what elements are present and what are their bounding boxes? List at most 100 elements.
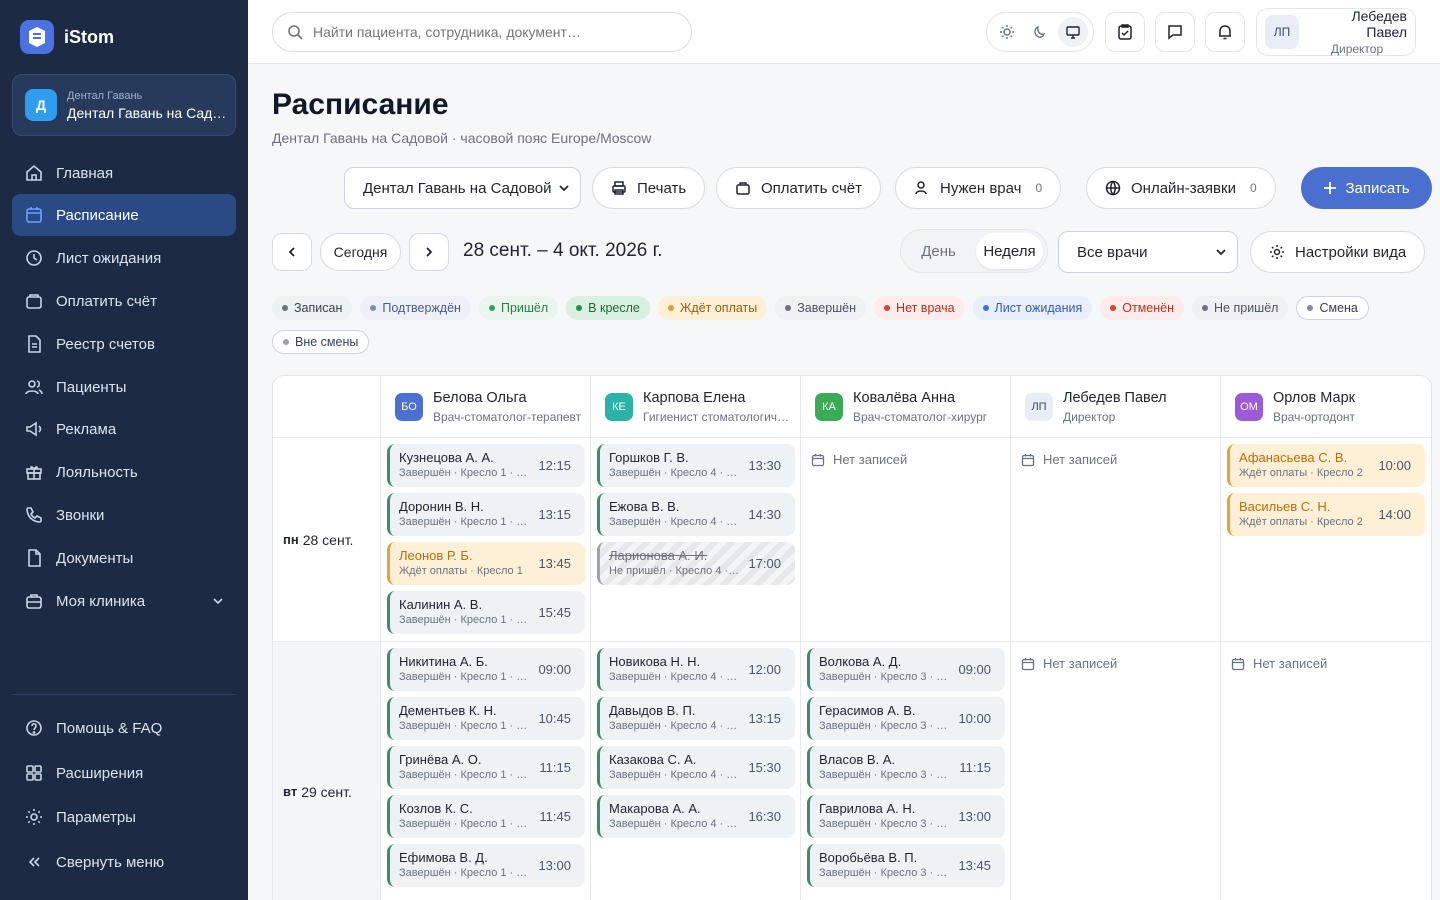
appointment-card[interactable]: Гаврилова А. Н.Завершён · Кресло 3 · Хир… [807,795,1005,838]
app-logo[interactable]: iStom [20,20,114,54]
nav-label: Помощь & FAQ [56,719,163,737]
online-requests-button[interactable]: Онлайн-заявки 0 [1086,167,1276,209]
nav-item-loyalty[interactable]: Лояльность [12,451,236,493]
doctor-select[interactable]: Все врачи [1058,231,1238,273]
view-day-tab[interactable]: День [905,233,972,269]
calendar-icon [811,453,825,466]
nav-item-home[interactable]: Главная [12,152,236,194]
day-doctor-cell[interactable]: Нет записей [1011,642,1221,900]
nav-item-schedule[interactable]: Расписание [12,194,236,236]
appointment-card[interactable]: Кузнецова А. А.Завершён · Кресло 1 · Тер… [387,444,585,487]
view-settings-button[interactable]: Настройки вида [1250,231,1426,273]
collapse-menu-button[interactable]: Свернуть меню [12,841,236,883]
appointment-card[interactable]: Ларионова А. И.Не пришёл · Кресло 4 · Ги… [597,542,795,585]
doctor-header[interactable]: КЕ Карпова Елена Гигиенист стоматологическ… [591,376,801,438]
status-label: Не пришёл [1214,301,1279,315]
status-chip[interactable]: Не пришёл [1192,296,1289,320]
day-doctor-cell[interactable]: Новикова Н. Н.Завершён · Кресло 4 · Гиги… [591,642,801,900]
light-theme-button[interactable] [992,17,1022,47]
messages-button[interactable] [1155,12,1195,52]
calendar-icon [26,207,42,223]
appointment-card[interactable]: Ежова В. В.Завершён · Кресло 4 · Гигиена… [597,493,795,536]
appointment-card[interactable]: Калинин А. В.Завершён · Кресло 1 · Терап… [387,591,585,634]
doctor-header[interactable]: ЛП Лебедев Павел Директор [1011,376,1221,438]
appointment-card[interactable]: Горшков Г. В.Завершён · Кресло 4 · Гигие… [597,444,795,487]
doctor-header[interactable]: БО Белова Ольга Врач-стоматолог-терапевт [381,376,591,438]
day-doctor-cell[interactable]: Горшков Г. В.Завершён · Кресло 4 · Гигие… [591,438,801,642]
status-chip[interactable]: Отменён [1100,296,1185,320]
appointment-card[interactable]: Дементьев К. Н.Завершён · Кресло 1 · Тер… [387,697,585,740]
prev-week-button[interactable] [272,233,312,271]
create-appointment-button[interactable]: Записать [1301,167,1432,209]
appointment-card[interactable]: Волкова А. Д.Завершён · Кресло 3 · Хирур… [807,648,1005,691]
appointment-card[interactable]: Давыдов В. П.Завершён · Кресло 4 · Гигие… [597,697,795,740]
status-chip[interactable]: Пришёл [478,296,559,320]
appointment-card[interactable]: Новикова Н. Н.Завершён · Кресло 4 · Гиги… [597,648,795,691]
status-chip[interactable]: Подтверждён [360,296,471,320]
status-chip[interactable]: В кресле [566,296,650,320]
print-button[interactable]: Печать [592,167,706,209]
tasks-button[interactable] [1105,12,1145,52]
appointment-card[interactable]: Афанасьева С. В. Ждёт оплаты · Кресло 2 10… [1227,444,1425,487]
system-theme-button[interactable] [1057,17,1088,47]
notifications-button[interactable] [1205,12,1245,52]
appointment-card[interactable]: Козлов К. С.Завершён · Кресло 1 · Терапи… [387,795,585,838]
appointment-card[interactable]: Воробьёва В. П.Завершён · Кресло 3 · Хир… [807,844,1005,887]
day-doctor-cell[interactable]: Волкова А. Д.Завершён · Кресло 3 · Хирур… [801,642,1011,900]
status-chip[interactable]: Лист ожидания [972,296,1093,320]
appointment-card[interactable]: Васильев С. Н. Ждёт оплаты · Кресло 2 14:0… [1227,493,1425,536]
appointment-card[interactable]: Ефимова В. Д.Завершён · Кресло 1 · Терап… [387,844,585,887]
appointment-status: Завершён · Кресло 3 · Хирургия [819,671,951,683]
search-input[interactable] [313,24,673,40]
appointment-card[interactable]: Макарова А. А.Завершён · Кресло 4 · Гиги… [597,795,795,838]
nav-item-my-clinic[interactable]: Моя клиника [12,580,236,622]
nav-item-settings[interactable]: Параметры [12,796,236,838]
nav-item-extensions[interactable]: Расширения [12,752,236,794]
appointment-card[interactable]: Гринёва А. О.Завершён · Кресло 1 · Терап… [387,746,585,789]
doctor-header[interactable]: ОМ Орлов Марк Врач-ортодонт [1221,376,1431,438]
day-doctor-cell[interactable]: Кузнецова А. А.Завершён · Кресло 1 · Тер… [381,438,591,642]
day-doctor-cell[interactable]: Афанасьева С. В. Ждёт оплаты · Кресло 2 10… [1221,438,1431,642]
today-button[interactable]: Сегодня [320,233,401,271]
nav-item-calls[interactable]: Звонки [12,494,236,536]
phone-icon [26,507,42,523]
status-chip[interactable]: Завершён [775,296,867,320]
view-week-tab[interactable]: Неделя [976,233,1043,269]
nav-item-help[interactable]: Помощь & FAQ [12,707,236,749]
appointment-card[interactable]: Леонов Р. Б. Ждёт оплаты · Кресло 1 13:45 [387,542,585,585]
nav-item-patients[interactable]: Пациенты [12,366,236,408]
status-chip[interactable]: Ждёт оплаты [657,296,768,320]
appointment-card[interactable]: Казакова С. А.Завершён · Кресло 4 · Гиги… [597,746,795,789]
nav-item-documents[interactable]: Документы [12,537,236,579]
nav-item-ads[interactable]: Реклама [12,408,236,450]
bell-icon [1219,25,1231,40]
status-chip[interactable]: Нет врача [874,296,965,320]
status-label: Вне смены [295,335,359,349]
need-doctor-button[interactable]: Нужен врач 0 [895,167,1062,209]
nav-item-waitlist[interactable]: Лист ожидания [12,237,236,279]
appointment-time: 13:30 [748,458,781,473]
user-menu[interactable]: ЛП Лебедев Павел Директор [1256,8,1416,56]
day-doctor-cell[interactable]: Никитина А. Б.Завершён · Кресло 1 · Тера… [381,642,591,900]
appointment-card[interactable]: Власов В. А.Завершён · Кресло 3 · Хирург… [807,746,1005,789]
appointment-card[interactable]: Никитина А. Б.Завершён · Кресло 1 · Тера… [387,648,585,691]
appointment-card[interactable]: Доронин В. Н.Завершён · Кресло 1 · Терап… [387,493,585,536]
appointment-card[interactable]: Герасимов А. В.Завершён · Кресло 3 · Хир… [807,697,1005,740]
day-doctor-cell[interactable]: Нет записей [1221,642,1431,900]
nav-item-pay[interactable]: Оплатить счёт [12,280,236,322]
status-chip[interactable]: Смена [1296,296,1369,320]
next-week-button[interactable] [409,233,449,271]
clinic-select[interactable]: Дентал Гавань на Садовой [344,167,581,209]
status-legend: Записан Подтверждён Пришёл В кресле Ждёт опл… [272,296,1422,354]
dark-theme-button[interactable] [1025,17,1055,47]
day-doctor-cell[interactable]: Нет записей [1011,438,1221,642]
search-box[interactable] [272,12,692,52]
pay-invoice-button[interactable]: Оплатить счёт [716,167,882,209]
clinic-switcher[interactable]: Д Дентал Гавань Дентал Гавань на Садовой [12,74,236,136]
status-chip[interactable]: Вне смены [272,330,370,354]
day-doctor-cell[interactable]: Нет записей [801,438,1011,642]
briefcase-icon [26,594,42,609]
doctor-header[interactable]: КА Ковалёва Анна Врач-стоматолог-хирург [801,376,1011,438]
status-chip[interactable]: Записан [272,296,353,320]
nav-item-invoices[interactable]: Реестр счетов [12,323,236,365]
